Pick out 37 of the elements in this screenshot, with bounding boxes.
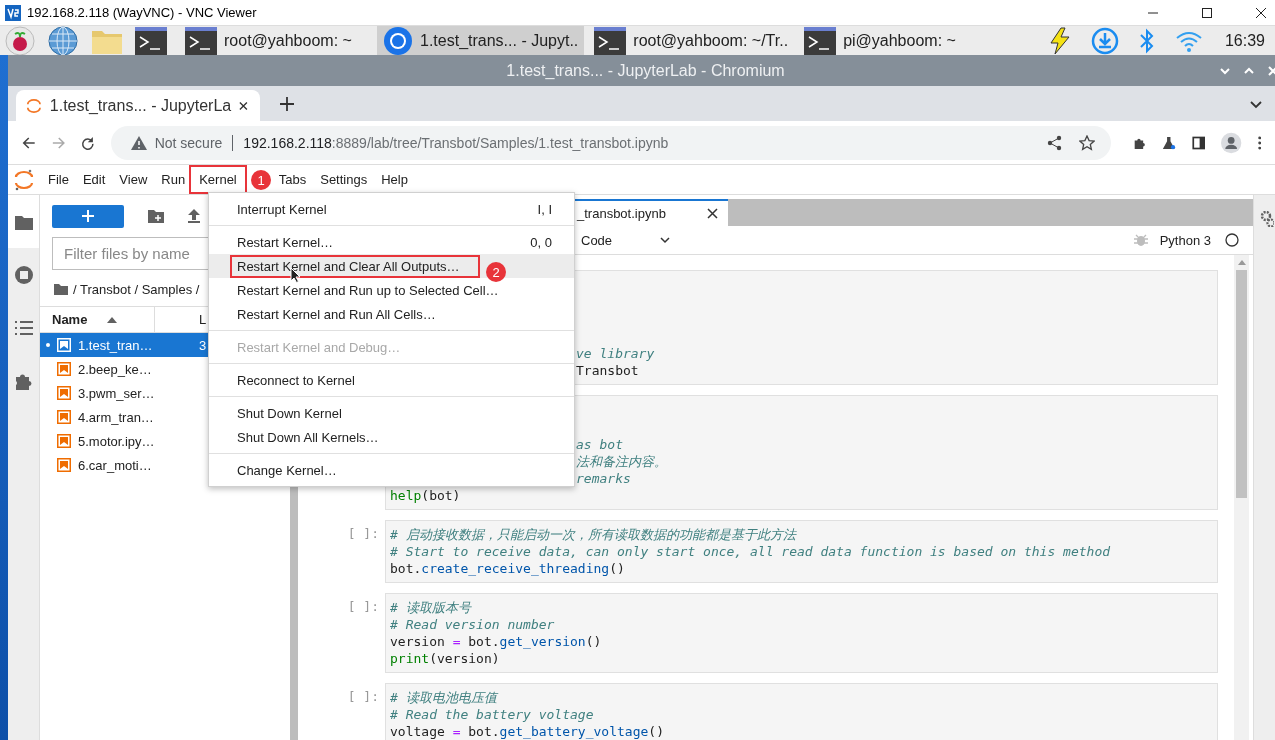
window-title: 192.168.2.118 (WayVNC) - VNC Viewer bbox=[27, 5, 257, 20]
file-name: 4.arm_tran… bbox=[78, 409, 155, 425]
code-line: bot.create_receive_threading() bbox=[390, 560, 626, 577]
code-line: Transbot bbox=[575, 362, 640, 379]
code-line: voltage = bot.get_battery_voltage() bbox=[390, 723, 665, 740]
cell-prompt: [ ]: bbox=[347, 526, 379, 541]
code-line: remarks bbox=[575, 470, 632, 487]
code-line: # Start to receive data, can only start once, all read data function is based on this method bbox=[390, 543, 1112, 560]
window-title: 1.test_trans... - JupyterLab - Chromium bbox=[506, 61, 785, 80]
clock: 16:39 bbox=[1224, 31, 1265, 50]
task-label: 1.test_trans... - Jupyt.. bbox=[420, 31, 579, 50]
file-name: 2.beep_ke… bbox=[78, 361, 153, 377]
url-text: 192.168.2.118:8889/lab/tree/Transbot/Samples/1.test_transbot.ipynb bbox=[243, 134, 669, 151]
code-line: # 启动接收数据，只能启动一次，所有读取数据的功能都是基于此方法 bbox=[390, 526, 798, 543]
cell-prompt: [ ]: bbox=[347, 599, 379, 614]
code-line: # Read the battery voltage bbox=[390, 706, 595, 723]
task-label: root@yahboom: ~/Tr.. bbox=[633, 31, 789, 50]
code-line: version = bot.get_version() bbox=[390, 633, 603, 650]
cell-prompt: [ ]: bbox=[347, 689, 379, 704]
file-name: 6.car_moti… bbox=[78, 457, 153, 473]
code-line: # 读取版本号 bbox=[390, 599, 473, 616]
code-line: # Read version number bbox=[390, 616, 556, 633]
tab-title: 1.test_trans... - JupyterLa bbox=[49, 96, 232, 115]
code-line: 法和备注内容。 bbox=[575, 453, 668, 470]
file-name: 5.motor.ipy… bbox=[78, 433, 156, 449]
step-badge: 1 bbox=[251, 170, 271, 190]
code-line: help(bot) bbox=[390, 487, 462, 504]
security-label: Not secure bbox=[154, 134, 223, 151]
file-name: 1.test_tran… bbox=[78, 337, 154, 353]
file-name: 3.pwm_ser… bbox=[78, 385, 156, 401]
code-line: print(version) bbox=[390, 650, 501, 667]
code-line: as bot bbox=[575, 436, 624, 453]
code-line: # 读取电池电压值 bbox=[390, 689, 500, 706]
task-label: root@yahboom: ~ bbox=[224, 31, 352, 50]
modified-date: 3 bbox=[199, 337, 207, 353]
tab-title: _transbot.ipynb bbox=[577, 206, 667, 221]
task-label: pi@yahboom: ~ bbox=[843, 31, 956, 50]
